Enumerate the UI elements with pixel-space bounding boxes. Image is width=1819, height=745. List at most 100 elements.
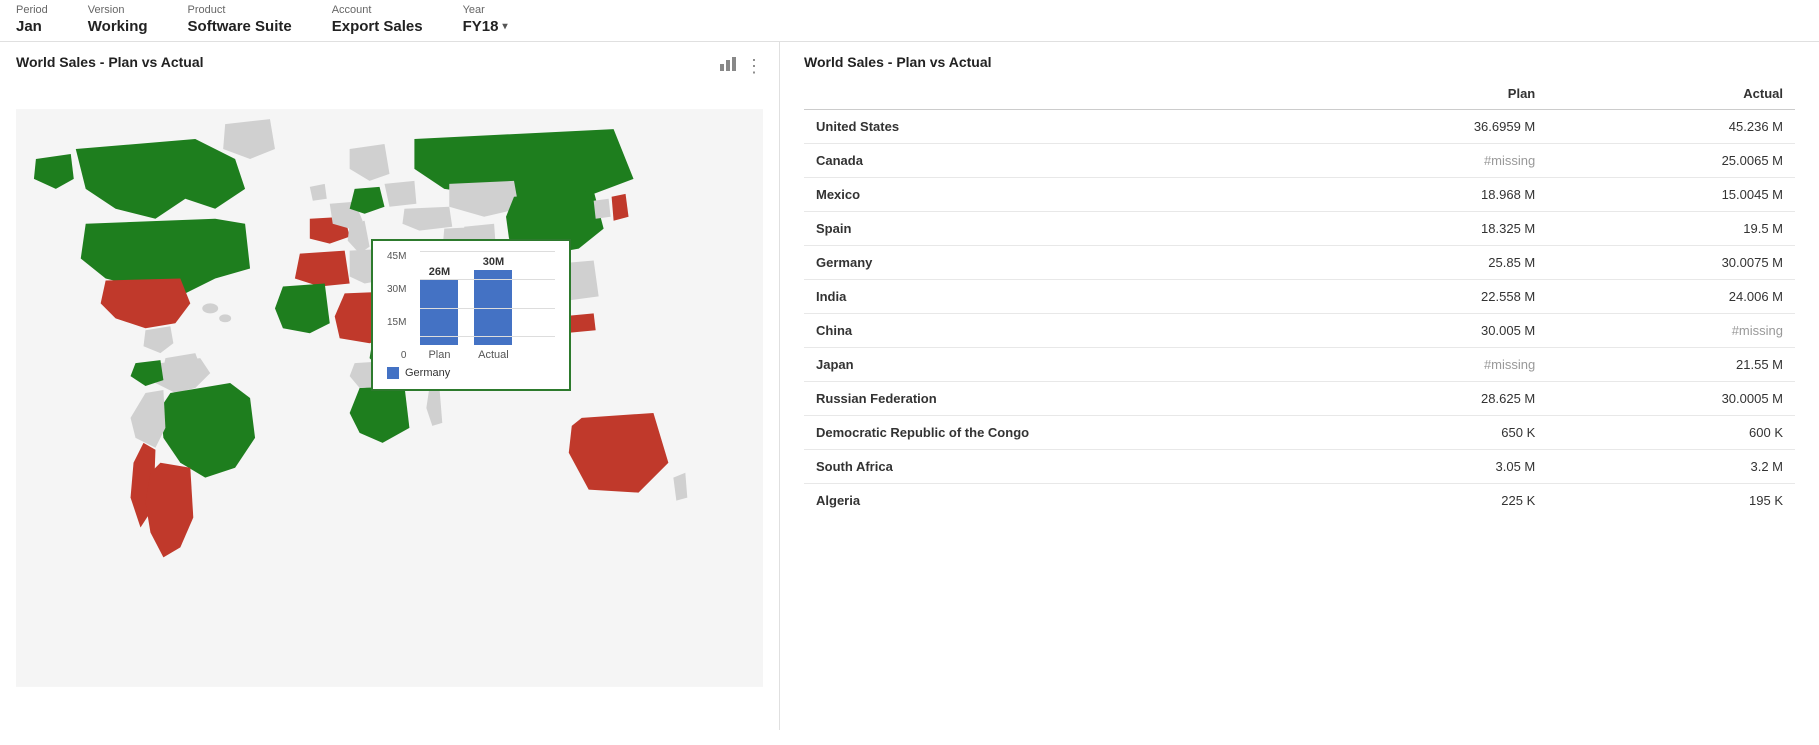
cell-country: Algeria — [804, 484, 1300, 518]
cell-plan: #missing — [1300, 348, 1548, 382]
cell-country: Japan — [804, 348, 1300, 382]
korea — [594, 199, 611, 219]
cell-actual: 30.0005 M — [1547, 382, 1795, 416]
version-item: Version Working — [88, 4, 148, 35]
table-row: India22.558 M24.006 M — [804, 280, 1795, 314]
cell-plan: 225 K — [1300, 484, 1548, 518]
year-value[interactable]: FY18 ▾ — [463, 18, 508, 35]
left-panel: World Sales - Plan vs Actual ⋮ — [0, 42, 780, 730]
cell-country: Canada — [804, 144, 1300, 178]
cell-plan: 18.325 M — [1300, 212, 1548, 246]
legend-color-box — [387, 367, 399, 379]
cell-plan: 3.05 M — [1300, 450, 1548, 484]
cell-actual: 19.5 M — [1547, 212, 1795, 246]
cell-actual: 15.0045 M — [1547, 178, 1795, 212]
table-row: Mexico18.968 M15.0045 M — [804, 178, 1795, 212]
top-bar: Period Jan Version Working Product Softw… — [0, 0, 1819, 42]
table-row: United States36.6959 M45.236 M — [804, 110, 1795, 144]
west-africa[interactable] — [275, 283, 330, 333]
cell-actual: 195 K — [1547, 484, 1795, 518]
table-header-row: Plan Actual — [804, 82, 1795, 110]
cell-plan: 36.6959 M — [1300, 110, 1548, 144]
version-label: Version — [88, 4, 148, 16]
more-options-icon[interactable]: ⋮ — [745, 56, 763, 77]
main-content: World Sales - Plan vs Actual ⋮ — [0, 42, 1819, 730]
plan-bar — [420, 280, 458, 345]
cell-actual: 30.0075 M — [1547, 246, 1795, 280]
actual-axis-label: Actual — [478, 349, 509, 361]
russia[interactable] — [414, 129, 633, 199]
cell-plan: 650 K — [1300, 416, 1548, 450]
col-country — [804, 82, 1300, 110]
plan-bar-label: 26M — [429, 266, 450, 278]
y-label-30m: 30M — [387, 284, 406, 295]
y-label-0: 0 — [387, 350, 406, 361]
left-panel-title: World Sales - Plan vs Actual — [16, 54, 204, 70]
table-body: United States36.6959 M45.236 MCanada#mis… — [804, 110, 1795, 518]
year-item: Year FY18 ▾ — [463, 4, 508, 35]
table-row: Japan#missing21.55 M — [804, 348, 1795, 382]
cell-country: China — [804, 314, 1300, 348]
y-label-45m: 45M — [387, 251, 406, 262]
product-label: Product — [188, 4, 292, 16]
table-row: Canada#missing25.0065 M — [804, 144, 1795, 178]
right-panel-title: World Sales - Plan vs Actual — [804, 54, 1795, 70]
poland — [385, 181, 417, 207]
cell-country: Russian Federation — [804, 382, 1300, 416]
actual-bar — [474, 270, 512, 345]
cell-country: Mexico — [804, 178, 1300, 212]
year-label: Year — [463, 4, 508, 16]
table-row: Democratic Republic of the Congo650 K600… — [804, 416, 1795, 450]
north-africa-west[interactable] — [295, 251, 350, 287]
product-value: Software Suite — [188, 18, 292, 35]
cell-plan: #missing — [1300, 144, 1548, 178]
table-row: South Africa3.05 M3.2 M — [804, 450, 1795, 484]
table-row: Russian Federation28.625 M30.0005 M — [804, 382, 1795, 416]
japan[interactable] — [612, 194, 629, 221]
map-tooltip: 45M 30M 15M 0 — [371, 239, 571, 391]
cell-country: South Africa — [804, 450, 1300, 484]
cell-country: Germany — [804, 246, 1300, 280]
cell-country: Spain — [804, 212, 1300, 246]
col-actual: Actual — [1547, 82, 1795, 110]
account-item: Account Export Sales — [332, 4, 423, 35]
map-container: 45M 30M 15M 0 — [16, 84, 763, 712]
table-row: Spain18.325 M19.5 M — [804, 212, 1795, 246]
chart-icon[interactable] — [719, 56, 737, 77]
cell-plan: 25.85 M — [1300, 246, 1548, 280]
cell-actual: 600 K — [1547, 416, 1795, 450]
table-row: Algeria225 K195 K — [804, 484, 1795, 518]
year-dropdown-arrow: ▾ — [502, 21, 507, 32]
plan-axis-label: Plan — [428, 349, 450, 361]
chart-legend: Germany — [387, 367, 555, 379]
legend-label: Germany — [405, 367, 450, 379]
cell-country: Democratic Republic of the Congo — [804, 416, 1300, 450]
version-value: Working — [88, 18, 148, 35]
panel-icons: ⋮ — [719, 56, 763, 77]
account-value: Export Sales — [332, 18, 423, 35]
right-panel: World Sales - Plan vs Actual Plan Actual… — [780, 42, 1819, 730]
cell-plan: 28.625 M — [1300, 382, 1548, 416]
cell-plan: 22.558 M — [1300, 280, 1548, 314]
cell-plan: 30.005 M — [1300, 314, 1548, 348]
cell-plan: 18.968 M — [1300, 178, 1548, 212]
cell-actual: 45.236 M — [1547, 110, 1795, 144]
uk — [310, 184, 327, 201]
period-label: Period — [16, 4, 48, 16]
period-value: Jan — [16, 18, 48, 35]
cell-actual: #missing — [1547, 314, 1795, 348]
cell-country: India — [804, 280, 1300, 314]
product-item: Product Software Suite — [188, 4, 292, 35]
cell-actual: 3.2 M — [1547, 450, 1795, 484]
actual-bar-label: 30M — [483, 256, 504, 268]
cell-country: United States — [804, 110, 1300, 144]
left-panel-header: World Sales - Plan vs Actual ⋮ — [16, 54, 763, 78]
period-item: Period Jan — [16, 4, 48, 35]
world-map — [16, 84, 763, 712]
col-plan: Plan — [1300, 82, 1548, 110]
y-label-15m: 15M — [387, 317, 406, 328]
cell-actual: 24.006 M — [1547, 280, 1795, 314]
table-row: Germany25.85 M30.0075 M — [804, 246, 1795, 280]
account-label: Account — [332, 4, 423, 16]
data-table: Plan Actual United States36.6959 M45.236… — [804, 82, 1795, 517]
